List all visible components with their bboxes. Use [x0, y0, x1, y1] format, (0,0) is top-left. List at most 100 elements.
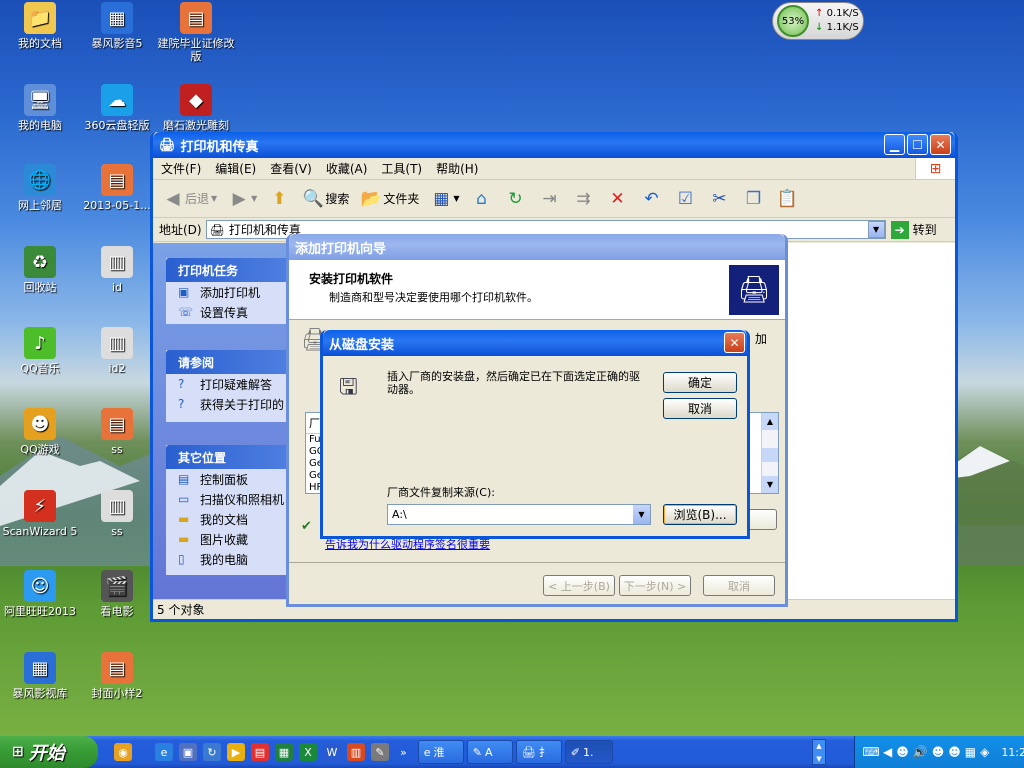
clock[interactable]: 11:21	[1001, 746, 1024, 759]
cut-button[interactable]: ✂	[708, 187, 732, 211]
disk-dialog-titlebar[interactable]: 从磁盘安装 ✕	[323, 330, 747, 356]
task-button-1[interactable]: ✐ 1.	[564, 740, 613, 764]
desktop-icon[interactable]: 📁 我的文档	[0, 2, 80, 50]
desktop-icon[interactable]: ⚡ ScanWizard 5	[0, 490, 80, 538]
taskbar-scroll[interactable]: ▲ ▼	[812, 739, 826, 765]
maximize-button[interactable]: ☐	[907, 134, 928, 155]
desktop-icon[interactable]: ☺ 阿里旺旺2013	[0, 570, 80, 618]
forward-button[interactable]: ▶ ▼	[227, 187, 258, 211]
task-button-browser[interactable]: e淮	[417, 740, 464, 764]
ok-button[interactable]: 确定	[663, 372, 737, 393]
desktop-icon[interactable]: ♻ 回收站	[0, 246, 80, 294]
copy-button[interactable]: ❐	[742, 187, 766, 211]
ie-icon[interactable]: e	[155, 743, 173, 761]
desktop-icon[interactable]: ▤ ss	[77, 408, 157, 456]
desktop-icon[interactable]: 🖥 我的电脑	[0, 84, 80, 132]
views-button[interactable]: ▦ ▼	[429, 187, 459, 211]
qq-penguin-icon[interactable]: ☻	[896, 744, 909, 760]
home-button[interactable]: ⌂	[470, 187, 494, 211]
desktop-icon[interactable]: ▥ ss	[77, 490, 157, 538]
desktop-icon[interactable]: 🌐 网上邻居	[0, 164, 80, 212]
word-icon[interactable]: W	[323, 743, 341, 761]
close-button[interactable]: ✕	[930, 134, 951, 155]
menu-help[interactable]: 帮助(H)	[436, 160, 478, 177]
wizard-cancel-button[interactable]: 取消	[703, 575, 775, 596]
my-documents-link[interactable]: ▬ 我的文档	[166, 509, 289, 529]
scroll-up-arrow-icon[interactable]: ▲	[762, 413, 778, 430]
add-printer-link[interactable]: ▣ 添加打印机	[166, 282, 289, 302]
list-scrollbar[interactable]: ▲ ▼	[761, 413, 778, 493]
picture-icon[interactable]: ▤	[251, 743, 269, 761]
start-button[interactable]: ⊞ 开始	[0, 736, 98, 768]
photo-icon[interactable]: ▦	[275, 743, 293, 761]
control-panel-link[interactable]: ▤ 控制面板	[166, 469, 289, 489]
desktop-icon[interactable]: ☁ 360云盘轻版	[77, 84, 157, 132]
my-pictures-link[interactable]: ▬ 图片收藏	[166, 529, 289, 549]
show-desktop-icon[interactable]: ▣	[179, 743, 197, 761]
desktop-icon[interactable]: ◆ 磨石激光雕刻	[156, 84, 236, 132]
qq-penguin-icon[interactable]: ☻	[932, 744, 945, 760]
security-icon[interactable]: ◈	[980, 744, 989, 760]
copy-from-combobox[interactable]: A:\ ▼	[387, 504, 651, 525]
volume-icon[interactable]: 🔊	[913, 744, 928, 760]
window-titlebar[interactable]: 🖨 打印机和传真 ▁ ☐ ✕	[153, 132, 955, 158]
media-player-icon[interactable]: ▶	[227, 743, 245, 761]
desktop-icon[interactable]: ▤ 建院毕业证修改版	[156, 2, 236, 63]
notepad-icon[interactable]: ✎	[371, 743, 389, 761]
troubleshoot-link[interactable]: ? 打印疑难解答	[166, 374, 289, 394]
paste-button[interactable]: 📋	[776, 187, 800, 211]
combobox-dropdown-arrow-icon[interactable]: ▼	[633, 505, 650, 524]
quicklaunch-app-icon[interactable]: ◉	[114, 743, 132, 761]
desktop-icon[interactable]: ▥ id2	[77, 327, 157, 375]
quicklaunch-overflow-icon[interactable]: »	[400, 746, 407, 759]
folders-button[interactable]: 📂 文件夹	[359, 187, 420, 211]
menu-edit[interactable]: 编辑(E)	[215, 160, 256, 177]
desktop-icon[interactable]: ▦ 暴风影视库	[0, 652, 80, 700]
browse-button[interactable]: 浏览(B)...	[663, 504, 737, 525]
keyboard-icon[interactable]: ⌨	[862, 744, 879, 760]
copy-to-button[interactable]: ⇉	[572, 187, 596, 211]
printer-tasks-header[interactable]: 打印机任务	[166, 258, 289, 282]
get-help-link[interactable]: ? 获得关于打印的	[166, 394, 289, 414]
minimize-button[interactable]: ▁	[884, 134, 905, 155]
network-meter[interactable]: 53% ↑ 0.1K/S ↓ 1.1K/S	[772, 2, 864, 40]
go-arrow-icon[interactable]: ➔	[890, 220, 909, 239]
undo-button[interactable]: ↶	[640, 187, 664, 211]
ppt-icon[interactable]: ▥	[347, 743, 365, 761]
arrow-left-circle-icon[interactable]: ◀	[883, 744, 892, 760]
back-button[interactable]: ◀ 后退 ▼	[161, 187, 217, 211]
move-to-button[interactable]: ⇥	[538, 187, 562, 211]
menu-file[interactable]: 文件(F)	[161, 160, 201, 177]
see-also-header[interactable]: 请参阅	[166, 350, 289, 374]
desktop-icon[interactable]: ▦ 暴风影音5	[77, 2, 157, 50]
properties-button[interactable]: ☑	[674, 187, 698, 211]
desktop-icon[interactable]: ▤ 封面小样2	[77, 652, 157, 700]
menu-tools[interactable]: 工具(T)	[381, 160, 422, 177]
delete-button[interactable]: ✕	[606, 187, 630, 211]
qq-penguin-icon[interactable]: ☻	[948, 744, 961, 760]
scroll-down-arrow-icon[interactable]: ▼	[762, 476, 778, 493]
other-places-header[interactable]: 其它位置	[166, 445, 289, 469]
my-computer-link[interactable]: ▯ 我的电脑	[166, 549, 289, 569]
network-icon[interactable]: ▦	[965, 744, 976, 760]
search-button[interactable]: 🔍 搜索	[301, 187, 350, 211]
disk-dialog-close-button[interactable]: ✕	[724, 332, 745, 353]
task-button-a[interactable]: ✎ A	[466, 740, 513, 764]
desktop-icon[interactable]: 🎬 看电影	[77, 570, 157, 618]
scroll-thumb[interactable]	[762, 448, 778, 462]
desktop-icon[interactable]: ☻ QQ游戏	[0, 408, 80, 456]
wizard-next-button[interactable]: 下一步(N) >	[619, 575, 691, 596]
scanners-link[interactable]: ▭ 扫描仪和照相机	[166, 489, 289, 509]
wizard-titlebar[interactable]: 添加打印机向导	[289, 234, 785, 260]
desktop-icon[interactable]: ▤ 2013-05-1...	[77, 164, 157, 212]
menu-view[interactable]: 查看(V)	[270, 160, 312, 177]
up-button[interactable]: ⬆	[267, 187, 291, 211]
desktop-icon[interactable]: ▥ id	[77, 246, 157, 294]
address-dropdown-arrow-icon[interactable]: ▼	[867, 221, 885, 238]
cancel-button[interactable]: 取消	[663, 398, 737, 419]
go-button[interactable]: 转到	[913, 221, 937, 238]
menu-favorites[interactable]: 收藏(A)	[326, 160, 368, 177]
excel-icon[interactable]: X	[299, 743, 317, 761]
desktop-icon[interactable]: ♪ QQ音乐	[0, 327, 80, 375]
setup-fax-link[interactable]: ☏ 设置传真	[166, 302, 289, 322]
